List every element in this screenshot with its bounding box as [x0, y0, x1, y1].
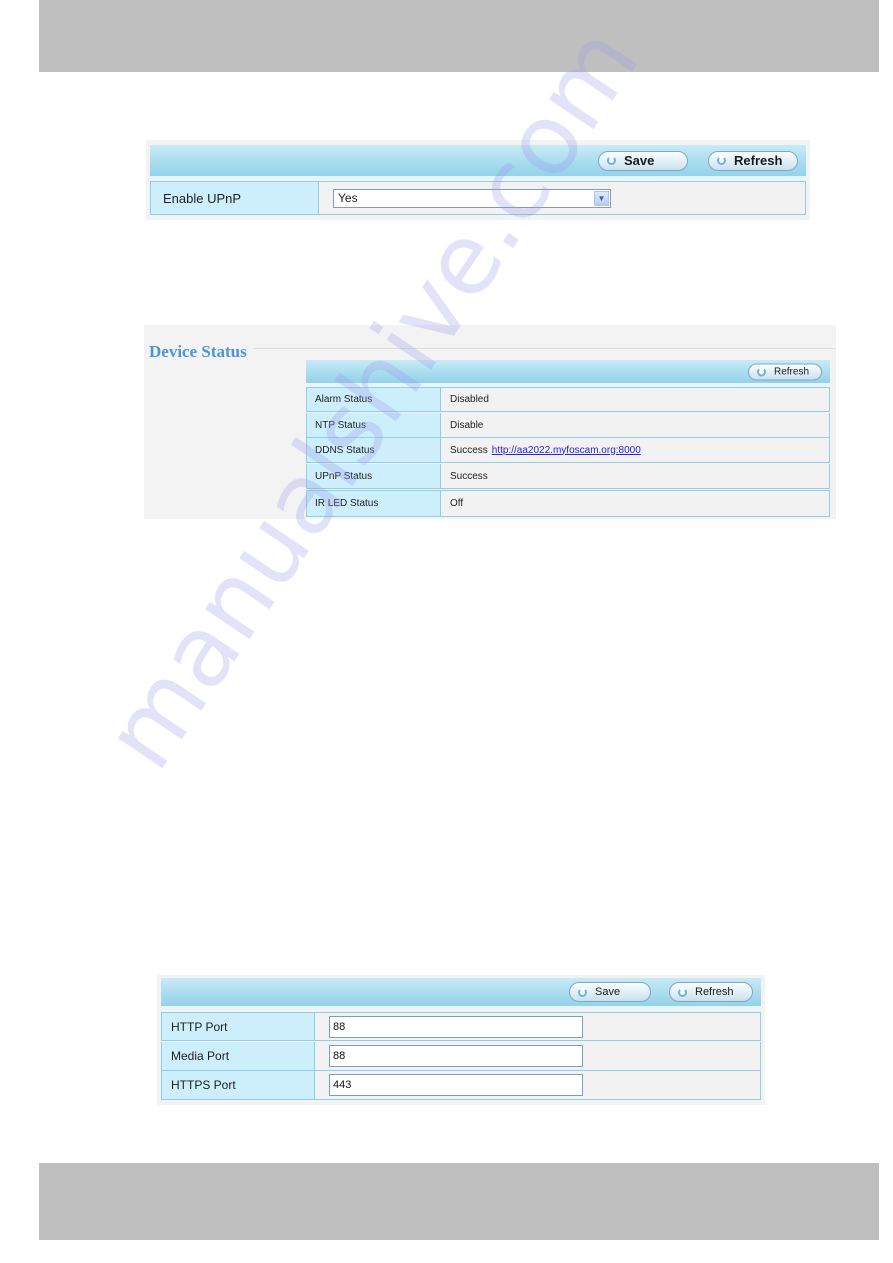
- chevron-down-icon[interactable]: ▼: [594, 190, 609, 206]
- status-label: DDNS Status: [307, 438, 441, 462]
- status-label: Alarm Status: [307, 388, 441, 411]
- ddns-status-text: Success: [450, 444, 488, 456]
- device-status-panel: Device Status Refresh Alarm Status Disab…: [144, 325, 836, 519]
- status-label: UPnP Status: [307, 464, 441, 488]
- status-value: Success http://aa2022.myfoscam.org:8000: [441, 438, 829, 462]
- refresh-arrow-icon: [757, 367, 766, 376]
- refresh-button[interactable]: Refresh: [748, 363, 822, 380]
- https-port-label: HTTPS Port: [162, 1071, 315, 1099]
- status-row-ddns: DDNS Status Success http://aa2022.myfosc…: [306, 438, 830, 463]
- status-row-ntp: NTP Status Disable: [306, 413, 830, 438]
- status-value: Off: [441, 491, 829, 516]
- save-button[interactable]: Save: [569, 982, 651, 1002]
- upnp-toolbar: Save Refresh: [150, 145, 806, 179]
- https-port-row: HTTPS Port: [161, 1071, 761, 1100]
- http-port-label: HTTP Port: [162, 1013, 315, 1040]
- media-port-input[interactable]: [329, 1045, 583, 1067]
- refresh-arrow-icon: [717, 156, 726, 165]
- status-value: Disable: [441, 413, 829, 437]
- http-port-row: HTTP Port: [161, 1012, 761, 1041]
- port-settings-panel: Save Refresh HTTP Port Media Port HTTPS …: [157, 975, 765, 1105]
- status-value: Success: [441, 464, 829, 488]
- status-row-ir-led: IR LED Status Off: [306, 490, 830, 517]
- enable-upnp-select-value: Yes: [338, 191, 358, 205]
- status-label: IR LED Status: [307, 491, 441, 516]
- page-header-band: [39, 0, 879, 72]
- enable-upnp-label: Enable UPnP: [151, 182, 319, 214]
- refresh-arrow-icon: [678, 987, 687, 997]
- media-port-label: Media Port: [162, 1042, 315, 1070]
- enable-upnp-row: Enable UPnP Yes ▼: [150, 181, 806, 215]
- title-divider: [254, 348, 836, 349]
- page-footer-band: [39, 1163, 879, 1240]
- status-label: NTP Status: [307, 413, 441, 437]
- refresh-button-label: Refresh: [695, 986, 734, 998]
- save-button[interactable]: Save: [598, 150, 688, 171]
- refresh-button[interactable]: Refresh: [669, 982, 753, 1002]
- upnp-settings-panel: Save Refresh Enable UPnP Yes ▼: [146, 140, 810, 220]
- https-port-input[interactable]: [329, 1074, 583, 1096]
- port-toolbar: Save Refresh: [161, 978, 761, 1009]
- status-row-upnp: UPnP Status Success: [306, 464, 830, 489]
- ddns-url-link[interactable]: http://aa2022.myfoscam.org:8000: [492, 445, 641, 456]
- status-value: Disabled: [441, 388, 829, 411]
- refresh-button[interactable]: Refresh: [708, 150, 798, 171]
- device-status-toolbar: Refresh: [306, 360, 830, 386]
- http-port-input[interactable]: [329, 1015, 583, 1038]
- save-button-label: Save: [595, 986, 621, 998]
- media-port-row: Media Port: [161, 1042, 761, 1071]
- refresh-arrow-icon: [607, 156, 616, 165]
- refresh-button-label: Refresh: [774, 366, 810, 377]
- device-status-title: Device Status: [149, 342, 247, 361]
- refresh-button-label: Refresh: [734, 153, 783, 168]
- save-button-label: Save: [624, 153, 655, 168]
- enable-upnp-select[interactable]: Yes ▼: [333, 188, 611, 208]
- refresh-arrow-icon: [578, 987, 587, 997]
- status-row-alarm: Alarm Status Disabled: [306, 387, 830, 412]
